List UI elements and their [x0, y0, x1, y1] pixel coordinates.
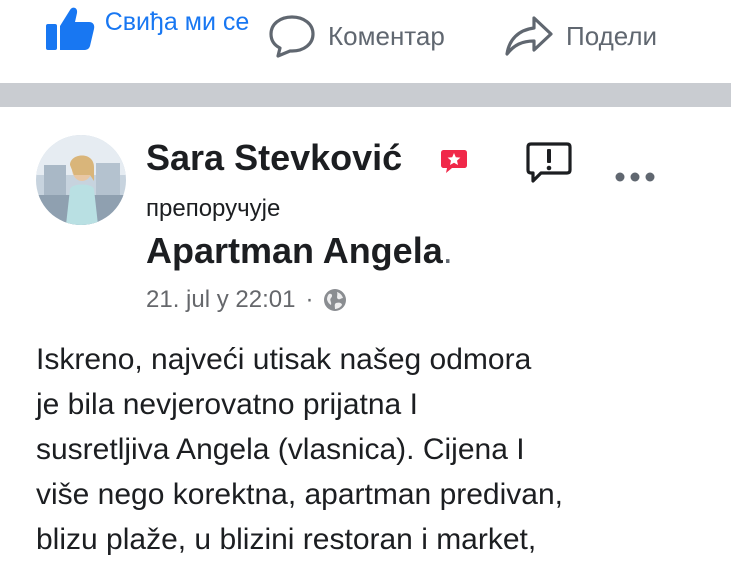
avatar-photo-icon — [36, 135, 126, 225]
post-timestamp[interactable]: 21. jul у 22:01 — [146, 284, 295, 316]
share-button[interactable]: Подели — [504, 14, 657, 58]
comment-bubble-icon — [269, 15, 315, 58]
share-label: Подели — [566, 21, 658, 51]
share-arrow-icon — [505, 16, 553, 56]
meta-separator: · — [305, 286, 314, 313]
avatar[interactable] — [36, 135, 126, 225]
comment-button[interactable]: Коментар — [268, 14, 445, 58]
post-screen: Свиђа ми се Коментар Подели Sara Stevkov… — [0, 0, 731, 565]
recommend-star-badge-icon — [441, 150, 467, 173]
author-name[interactable]: Sara Stevković — [146, 136, 402, 180]
report-exclamation-icon[interactable] — [525, 140, 573, 184]
recommended-page-name[interactable]: Apartman Angela. — [146, 226, 453, 276]
more-dots-icon[interactable] — [614, 170, 656, 184]
thumbs-up-icon — [46, 7, 95, 51]
like-label: Свиђа ми се — [104, 8, 250, 36]
like-button[interactable]: Свиђа ми се — [44, 4, 249, 52]
action-bar: Свиђа ми се Коментар Подели — [0, 0, 731, 82]
comment-label: Коментар — [328, 21, 445, 51]
post-meta: 21. jul у 22:01 · — [146, 284, 347, 316]
post-body-text: Iskreno, najveći utisak našeg odmora je … — [36, 343, 563, 556]
page-name-text[interactable]: Apartman Angela — [146, 230, 443, 271]
page-name-suffix: . — [442, 230, 453, 271]
recommends-label: препоручује — [146, 195, 281, 222]
section-divider — [0, 83, 731, 107]
globe-icon — [324, 289, 347, 311]
